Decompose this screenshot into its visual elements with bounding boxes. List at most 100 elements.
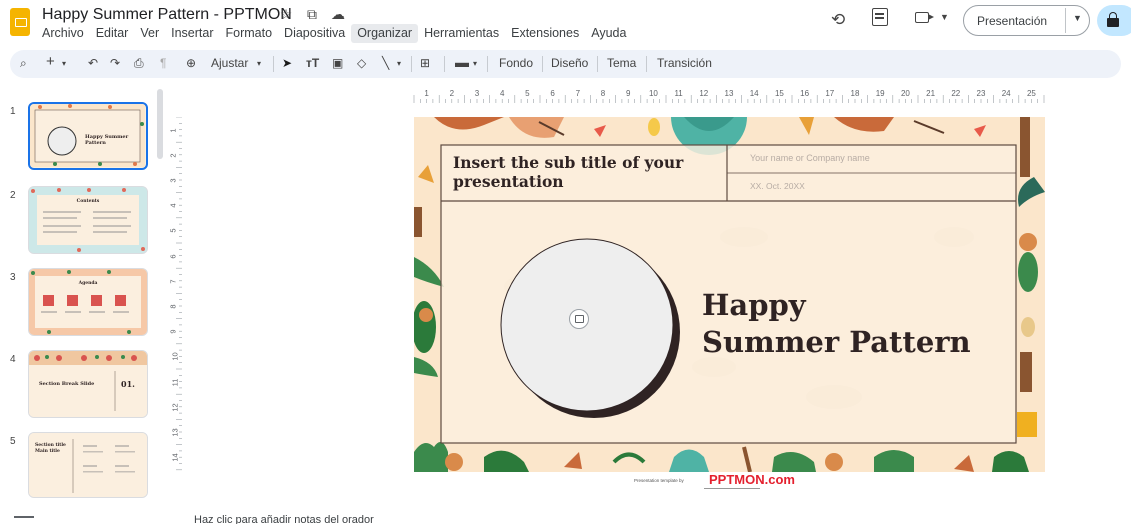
slide-number: 5 bbox=[10, 436, 16, 447]
document-title[interactable]: Happy Summer Pattern - PPTMON bbox=[42, 6, 292, 24]
slide-thumbnail-1[interactable]: Happy Summer Pattern bbox=[28, 102, 148, 170]
share-lock-button[interactable] bbox=[1097, 5, 1131, 36]
menu-ver[interactable]: Ver bbox=[134, 24, 165, 43]
ruler-label: 7 bbox=[575, 89, 581, 98]
comments-icon[interactable] bbox=[872, 8, 888, 26]
slide-thumbnail-4[interactable]: Section Break Slide 01. bbox=[28, 350, 148, 418]
version-history-icon[interactable]: ⟲ bbox=[831, 10, 845, 30]
toolbar-divider bbox=[542, 56, 543, 72]
slide-company-name[interactable]: Your name or Company name bbox=[750, 153, 870, 163]
ruler-label: 13 bbox=[724, 89, 734, 98]
slide-thumbnail-title: Section title Main title bbox=[35, 443, 66, 454]
menu-archivo[interactable]: Archivo bbox=[36, 24, 90, 43]
meet-dropdown-chevron-icon[interactable]: ▼ bbox=[940, 12, 949, 22]
slide-thumbnail-preview bbox=[29, 187, 147, 253]
present-button-label: Presentación bbox=[977, 14, 1048, 28]
meet-camera-icon[interactable] bbox=[915, 12, 934, 23]
fill-color-chevron-icon[interactable]: ▾ bbox=[473, 59, 477, 68]
present-options-chevron-icon[interactable]: ▼ bbox=[1073, 13, 1082, 23]
ruler-label: 16 bbox=[800, 89, 810, 98]
menu-diapositiva[interactable]: Diapositiva bbox=[278, 24, 351, 43]
theme-button[interactable]: Tema bbox=[607, 56, 636, 70]
menu-insertar[interactable]: Insertar bbox=[165, 24, 219, 43]
slide-thumbnail-3[interactable]: Agenda bbox=[28, 268, 148, 336]
watermark-underline bbox=[704, 488, 760, 489]
slide-canvas[interactable]: Insert the sub title of your presentatio… bbox=[414, 117, 1045, 472]
image-icon-glyph bbox=[575, 315, 584, 323]
menu-bar: Archivo Editar Ver Insertar Formato Diap… bbox=[36, 24, 632, 43]
slide-thumbnail-2[interactable]: Contents bbox=[28, 186, 148, 254]
text-box-icon[interactable]: ᴛT bbox=[306, 56, 319, 70]
speaker-notes-placeholder[interactable]: Haz clic para añadir notas del orador bbox=[194, 514, 374, 524]
insert-comment-icon[interactable]: ⊞ bbox=[420, 56, 430, 70]
ruler-label: 9 bbox=[625, 89, 631, 98]
cloud-status-icon[interactable]: ☁ bbox=[329, 6, 347, 23]
slide-thumbnail-preview bbox=[29, 269, 147, 335]
slide-date[interactable]: XX. Oct. 20XX bbox=[750, 181, 805, 191]
image-placeholder-icon[interactable] bbox=[569, 309, 589, 329]
slide-thumbnail-title: Agenda bbox=[78, 281, 98, 286]
redo-icon[interactable]: ↷ bbox=[110, 56, 120, 70]
ruler-label: 4 bbox=[168, 203, 178, 208]
ruler-label: 12 bbox=[170, 403, 180, 412]
ruler-label: 8 bbox=[600, 89, 606, 98]
line-chevron-icon[interactable]: ▾ bbox=[397, 59, 401, 68]
toolbar-divider bbox=[487, 56, 488, 72]
ruler-label: 25 bbox=[1026, 89, 1036, 98]
print-icon[interactable]: ⎙ bbox=[134, 56, 144, 71]
ruler-label: 5 bbox=[168, 228, 178, 233]
insert-image-icon[interactable]: ▣ bbox=[332, 56, 343, 70]
menu-organizar[interactable]: Organizar bbox=[351, 24, 419, 43]
zoom-chevron-icon[interactable]: ▾ bbox=[257, 59, 261, 68]
template-credit-caption: Presentation template by bbox=[634, 478, 684, 483]
slide-title-line-1: Happy bbox=[702, 288, 806, 322]
zoom-icon[interactable]: ⊕ bbox=[186, 56, 196, 70]
ruler-label: 20 bbox=[900, 89, 910, 98]
zoom-select[interactable]: Ajustar bbox=[211, 56, 248, 70]
star-icon[interactable]: ☆ bbox=[277, 6, 295, 23]
filmstrip-view-icon[interactable] bbox=[14, 516, 34, 522]
undo-icon[interactable]: ↶ bbox=[88, 56, 98, 70]
new-slide-icon[interactable]: + bbox=[46, 53, 55, 70]
select-cursor-icon[interactable]: ➤ bbox=[282, 56, 292, 70]
move-folder-icon[interactable]: ⧉ bbox=[303, 6, 321, 23]
lock-icon-body bbox=[1107, 18, 1119, 27]
paint-format-icon[interactable]: ¶ bbox=[160, 56, 166, 70]
menu-formato[interactable]: Formato bbox=[220, 24, 279, 43]
horizontal-ruler[interactable]: 1 2 3 4 5 6 7 8 9 10 11 12 13 14 15 16 17 18 19 20 21 22 23 24 2… bbox=[411, 89, 1045, 103]
slides-logo-icon[interactable] bbox=[10, 8, 30, 36]
ruler-label: 2 bbox=[449, 89, 455, 98]
menu-ayuda[interactable]: Ayuda bbox=[585, 24, 632, 43]
search-menus-icon[interactable]: ⌕ bbox=[20, 56, 27, 71]
ruler-label: 10 bbox=[170, 352, 180, 362]
menu-herramientas[interactable]: Herramientas bbox=[418, 24, 505, 43]
fill-color-icon[interactable]: ▬ bbox=[455, 54, 469, 70]
slide-subtitle[interactable]: Insert the sub title of your presentatio… bbox=[453, 153, 715, 191]
new-slide-layout-chevron-icon[interactable]: ▾ bbox=[62, 59, 66, 68]
line-icon[interactable]: ╲ bbox=[382, 56, 389, 70]
toolbar-divider bbox=[597, 56, 598, 72]
ruler-label: 24 bbox=[1001, 89, 1011, 98]
ruler-label: 3 bbox=[168, 178, 178, 183]
ruler-label: 9 bbox=[168, 329, 178, 334]
transition-button[interactable]: Transición bbox=[657, 56, 712, 70]
filmstrip-scrollbar[interactable] bbox=[157, 89, 163, 159]
ruler-label: 18 bbox=[850, 89, 860, 98]
menu-editar[interactable]: Editar bbox=[90, 24, 135, 43]
ruler-label: 12 bbox=[699, 89, 709, 98]
pptmon-watermark: PPTMON.com bbox=[709, 472, 795, 487]
toolbar: ⌕ + ▾ ↶ ↷ ⎙ ¶ ⊕ Ajustar ▾ ➤ ᴛT ▣ ◇ ╲ ▾ ⊞… bbox=[10, 50, 1121, 78]
shape-icon[interactable]: ◇ bbox=[357, 56, 366, 70]
ruler-label: 10 bbox=[648, 89, 658, 98]
background-button[interactable]: Fondo bbox=[499, 56, 533, 70]
vertical-ruler-ticks bbox=[176, 116, 182, 471]
slide-title[interactable]: Happy Summer Pattern bbox=[702, 287, 971, 361]
vertical-ruler[interactable]: 1 2 3 4 5 6 7 8 9 10 11 12 13 14 bbox=[168, 116, 182, 472]
slide-thumbnail-5[interactable]: Section title Main title bbox=[28, 432, 148, 498]
ruler-label: 1 bbox=[424, 89, 429, 98]
present-divider bbox=[1065, 8, 1066, 33]
slides-editor: Happy Summer Pattern - PPTMON ☆ ⧉ ☁ Arch… bbox=[0, 0, 1131, 524]
layout-button[interactable]: Diseño bbox=[551, 56, 588, 70]
present-button[interactable]: Presentación ▼ bbox=[963, 5, 1090, 36]
menu-extensiones[interactable]: Extensiones bbox=[505, 24, 585, 43]
